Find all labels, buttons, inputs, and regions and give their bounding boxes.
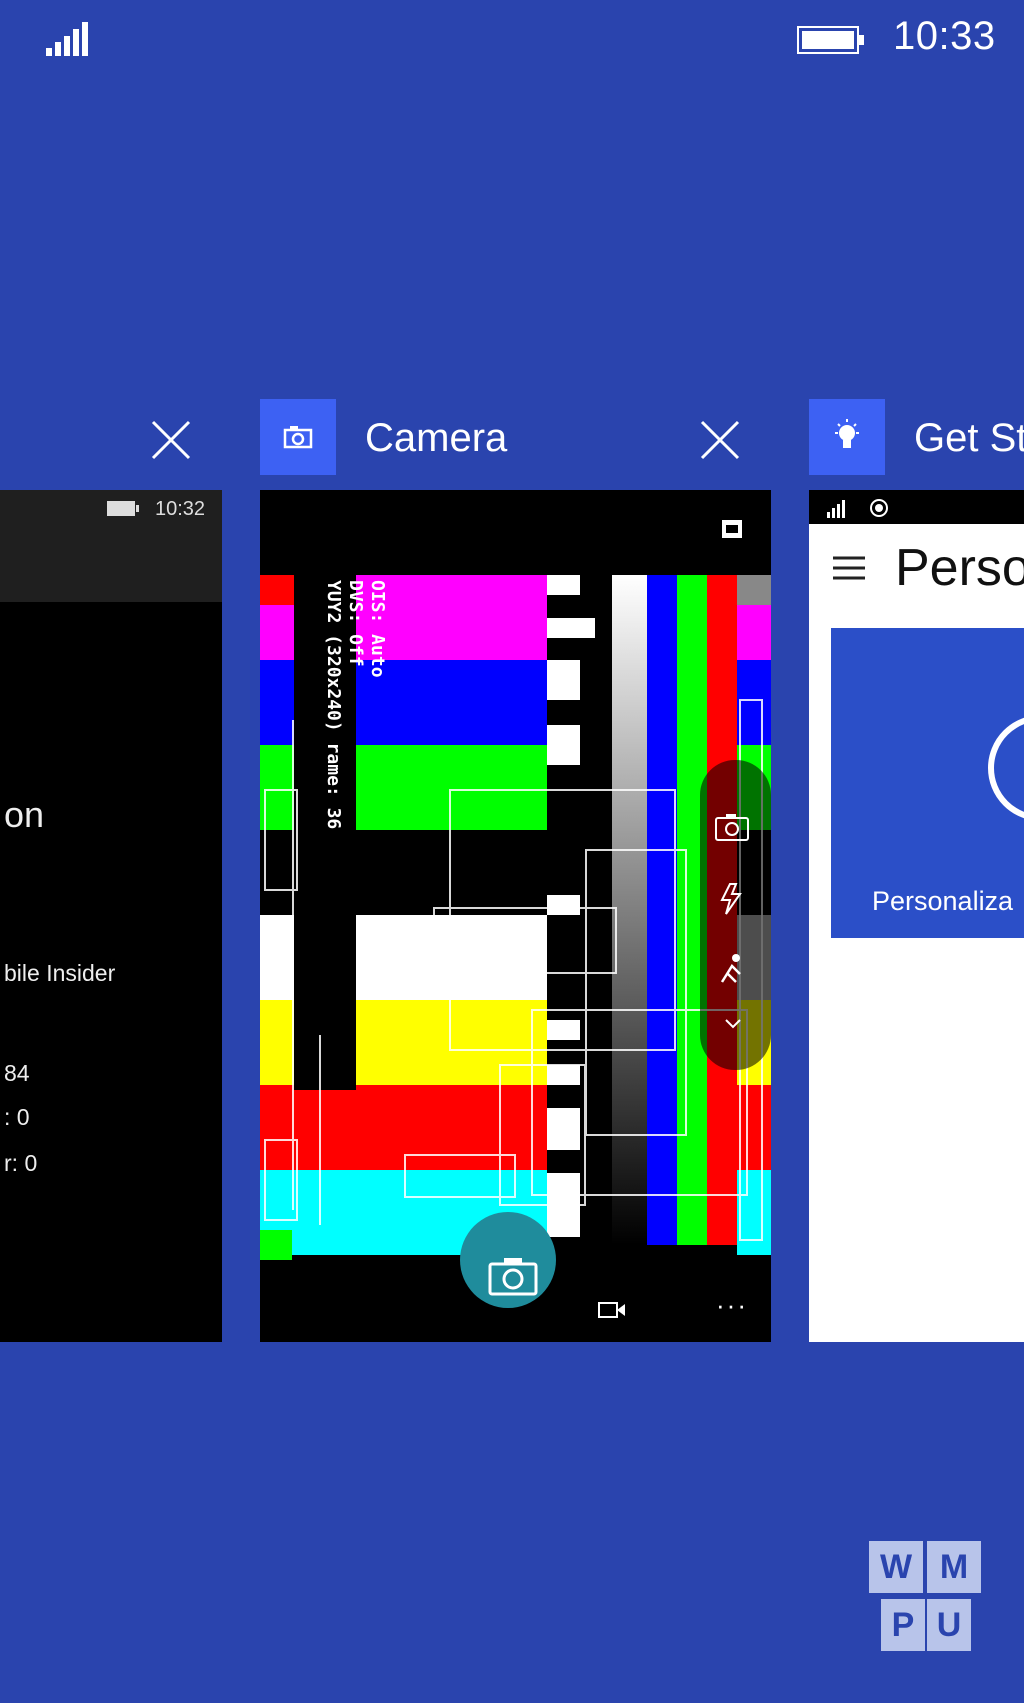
app-title-camera: Camera bbox=[365, 416, 508, 460]
settings-line: r: 0 bbox=[4, 1150, 38, 1176]
flash-auto-icon[interactable] bbox=[718, 882, 748, 916]
battery-icon bbox=[797, 26, 864, 54]
personalization-label: Personaliza bbox=[872, 886, 1014, 916]
get-started-app-tile bbox=[809, 399, 885, 475]
close-icon[interactable] bbox=[151, 420, 191, 460]
status-clock: 10:33 bbox=[893, 14, 996, 58]
card-time: 10:32 bbox=[155, 498, 206, 520]
debug-line: YUY2 (320x240) rame: 36 bbox=[322, 580, 344, 829]
app-card-get-started[interactable]: Persor Personaliza bbox=[809, 490, 1024, 1342]
battery-icon bbox=[107, 501, 139, 516]
hamburger-menu-icon[interactable] bbox=[833, 556, 865, 580]
logo-letter: M bbox=[927, 1541, 981, 1593]
camera-mode-icon[interactable] bbox=[721, 518, 743, 540]
settings-heading-fragment: on bbox=[4, 794, 45, 835]
signal-strength-icon bbox=[827, 499, 888, 518]
app-card-camera[interactable]: OIS: Auto DVS: Off YUY2 (320x240) rame: … bbox=[260, 490, 771, 1342]
camera-app-tile bbox=[260, 399, 336, 475]
debug-line: DVS: Off bbox=[345, 580, 366, 667]
app-title-get-started: Get Sta bbox=[914, 416, 1024, 460]
logo-letter: P bbox=[881, 1599, 925, 1651]
settings-line: : 0 bbox=[4, 1104, 30, 1130]
video-icon[interactable] bbox=[597, 1300, 627, 1320]
lightbulb-icon bbox=[835, 419, 859, 448]
chevron-down-icon[interactable] bbox=[724, 1018, 742, 1030]
front-camera-icon[interactable] bbox=[714, 812, 750, 842]
logo-letter: W bbox=[869, 1541, 923, 1593]
logo-letter: U bbox=[927, 1599, 971, 1651]
close-icon[interactable] bbox=[700, 420, 740, 460]
card-status-bar bbox=[809, 490, 1024, 524]
exposure-icon[interactable] bbox=[718, 952, 748, 986]
personalize-icon bbox=[988, 717, 1024, 819]
settings-line: 84 bbox=[4, 1060, 30, 1086]
settings-line: bile Insider bbox=[4, 960, 116, 986]
page-title: Persor bbox=[895, 539, 1024, 597]
camera-debug-overlay: OIS: Auto DVS: Off YUY2 (320x240) rame: … bbox=[322, 580, 388, 829]
shutter-camera-icon[interactable] bbox=[488, 1256, 538, 1296]
debug-line: OIS: Auto bbox=[367, 580, 388, 678]
camera-icon bbox=[283, 426, 313, 449]
more-options-icon[interactable]: ··· bbox=[716, 1290, 748, 1321]
wmpu-logo: W M P U bbox=[869, 1541, 983, 1652]
app-card-settings[interactable]: 10:32 on bile Insider 84 : 0 r: 0 bbox=[0, 490, 222, 1342]
signal-strength-icon bbox=[46, 22, 88, 56]
